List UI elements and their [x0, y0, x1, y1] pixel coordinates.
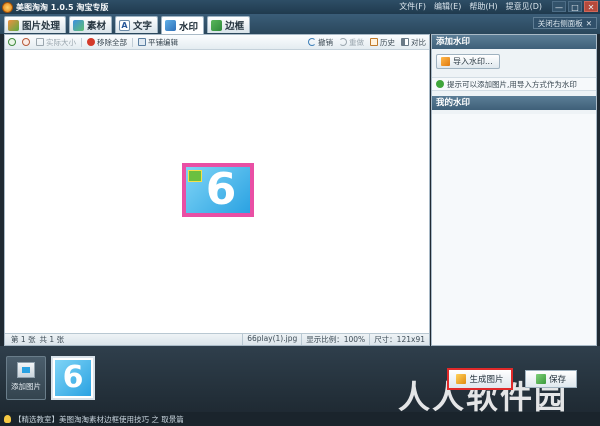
- photo-content: 6: [186, 167, 250, 213]
- redo-label: 重做: [349, 37, 364, 47]
- generate-image-button[interactable]: 生成图片: [447, 368, 513, 390]
- menu-help[interactable]: 帮助(H): [469, 1, 497, 12]
- photo-thumbnail[interactable]: 6: [51, 356, 95, 400]
- add-photo-icon: [17, 362, 35, 378]
- status-bar: 第 1 张 共 1 张 66play(1).jpg 显示比例：100% 尺寸：1…: [5, 333, 429, 345]
- add-photo-button[interactable]: 添加图片: [6, 356, 46, 400]
- import-watermark-button[interactable]: 导入水印...: [436, 54, 500, 69]
- editor-area: 实际大小 移除全部 平铺编辑 撤销 重做 历史 对比 6 第 1 张 共 1 张…: [4, 34, 430, 346]
- toolbar-divider: [132, 37, 133, 47]
- remove-all-button[interactable]: 移除全部: [84, 37, 130, 48]
- tab-label: 文字: [133, 21, 153, 32]
- redo-icon: [339, 38, 347, 46]
- save-button[interactable]: 保存: [525, 370, 577, 388]
- frame-icon: [211, 19, 223, 31]
- display-scale: 显示比例：100%: [301, 334, 369, 345]
- title-bar: 美图淘淘 1.0.5 淘宝专版 文件(F) 编辑(E) 帮助(H) 提意见(D)…: [0, 0, 600, 14]
- undo-label: 撤销: [318, 37, 333, 47]
- tab-frame[interactable]: 边框: [207, 16, 251, 33]
- tile-icon: [138, 38, 146, 46]
- actual-size-label: 实际大小: [46, 37, 76, 47]
- toolbar-divider: [81, 37, 82, 47]
- tab-photo-editing[interactable]: 图片处理: [4, 16, 67, 33]
- zoom-in-button[interactable]: [5, 38, 19, 46]
- redo-button[interactable]: 重做: [336, 37, 367, 48]
- undo-icon: [308, 38, 316, 46]
- page-indicator: 第 1 张: [11, 335, 36, 344]
- menu-edit[interactable]: 编辑(E): [434, 1, 461, 12]
- compare-label: 对比: [411, 37, 426, 47]
- photo-logo: 6: [205, 167, 237, 213]
- lightbulb-icon: [4, 415, 11, 423]
- watermark-badge[interactable]: [188, 170, 202, 182]
- zoom-out-icon: [22, 38, 30, 46]
- text-icon: A: [119, 19, 131, 31]
- tab-label: 素材: [87, 21, 107, 32]
- thumbnail-logo: 6: [55, 360, 91, 396]
- photo-icon: [8, 19, 19, 31]
- watermark-import-icon: [441, 57, 450, 66]
- undo-button[interactable]: 撤销: [305, 37, 336, 48]
- info-icon: [436, 80, 444, 88]
- side-toggle-label: 关闭右侧面板: [537, 18, 583, 28]
- tips-link[interactable]: 【精选教室】美图淘淘素材边框使用技巧 之 取景篇: [14, 414, 184, 425]
- tab-label: 边框: [225, 21, 245, 32]
- maximize-button[interactable]: □: [568, 1, 582, 12]
- remove-all-label: 移除全部: [97, 37, 127, 47]
- file-name: 66play(1).jpg: [242, 334, 301, 345]
- tab-label: 图片处理: [22, 21, 61, 32]
- close-icon: ✕: [585, 18, 592, 28]
- history-icon: [370, 38, 378, 46]
- edited-photo[interactable]: 6: [182, 163, 254, 217]
- zoom-out-button[interactable]: [19, 38, 33, 46]
- tile-edit-label: 平铺编辑: [148, 37, 178, 47]
- generate-icon: [456, 374, 467, 384]
- editor-toolbar: 实际大小 移除全部 平铺编辑 撤销 重做 历史 对比: [5, 35, 429, 50]
- remove-icon: [87, 38, 95, 46]
- menu-bar: 文件(F) 编辑(E) 帮助(H) 提意见(D): [399, 1, 542, 12]
- history-label: 历史: [380, 37, 395, 47]
- tab-watermark[interactable]: 水印: [161, 16, 205, 34]
- save-icon: [535, 374, 546, 384]
- image-canvas[interactable]: 6: [5, 50, 429, 333]
- menu-feedback[interactable]: 提意见(D): [506, 1, 542, 12]
- close-button[interactable]: ✕: [584, 1, 598, 12]
- compare-button[interactable]: 对比: [398, 37, 429, 48]
- save-label: 保存: [548, 375, 566, 385]
- tab-label: 水印: [179, 21, 199, 33]
- tips-bar: 【精选教室】美图淘淘素材边框使用技巧 之 取景篇: [0, 412, 600, 426]
- close-side-panel-button[interactable]: 关闭右侧面板 ✕: [532, 17, 597, 29]
- photo-strip: 添加图片 6 人人软件园 生成图片 保存: [0, 346, 600, 416]
- image-size: 尺寸：121x91: [369, 334, 429, 345]
- add-photo-label: 添加图片: [11, 382, 41, 391]
- tab-bar: 图片处理 素材 A 文字 水印 边框 关闭右侧面板 ✕: [0, 14, 600, 34]
- watermark-tip: 提示可以添加图片,用导入方式作为水印: [432, 77, 596, 91]
- tile-edit-button[interactable]: 平铺编辑: [135, 37, 181, 48]
- zoom-in-icon: [8, 38, 16, 46]
- tab-material[interactable]: 素材: [69, 16, 113, 33]
- add-watermark-header: 添加水印: [432, 35, 596, 49]
- import-watermark-label: 导入水印...: [453, 57, 493, 66]
- total-indicator: 共 1 张: [39, 335, 65, 344]
- watermark-icon: [165, 20, 177, 31]
- history-button[interactable]: 历史: [367, 37, 398, 48]
- tip-text: 提示可以添加图片,用导入方式作为水印: [447, 79, 577, 89]
- actual-size-button[interactable]: 实际大小: [33, 37, 79, 48]
- compare-icon: [401, 38, 409, 46]
- window-title: 美图淘淘 1.0.5 淘宝专版: [16, 2, 109, 12]
- material-icon: [73, 19, 85, 31]
- actual-size-icon: [36, 38, 44, 46]
- menu-file[interactable]: 文件(F): [399, 1, 426, 12]
- app-logo-icon: [2, 1, 13, 13]
- watermark-panel: 添加水印 导入水印... 提示可以添加图片,用导入方式作为水印 我的水印: [431, 34, 597, 346]
- my-watermark-list[interactable]: [432, 114, 596, 345]
- minimize-button[interactable]: —: [552, 1, 566, 12]
- window-controls: — □ ✕: [552, 1, 598, 12]
- tab-text[interactable]: A 文字: [115, 16, 159, 33]
- my-watermark-header: 我的水印: [432, 96, 596, 110]
- generate-label: 生成图片: [469, 375, 504, 385]
